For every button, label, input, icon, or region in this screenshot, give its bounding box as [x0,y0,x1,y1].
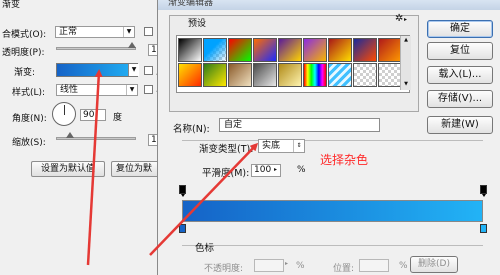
arrow-to-gradient-type [149,142,259,256]
annotation-arrows [86,69,259,266]
arrow-to-gradient-picker [86,69,103,266]
